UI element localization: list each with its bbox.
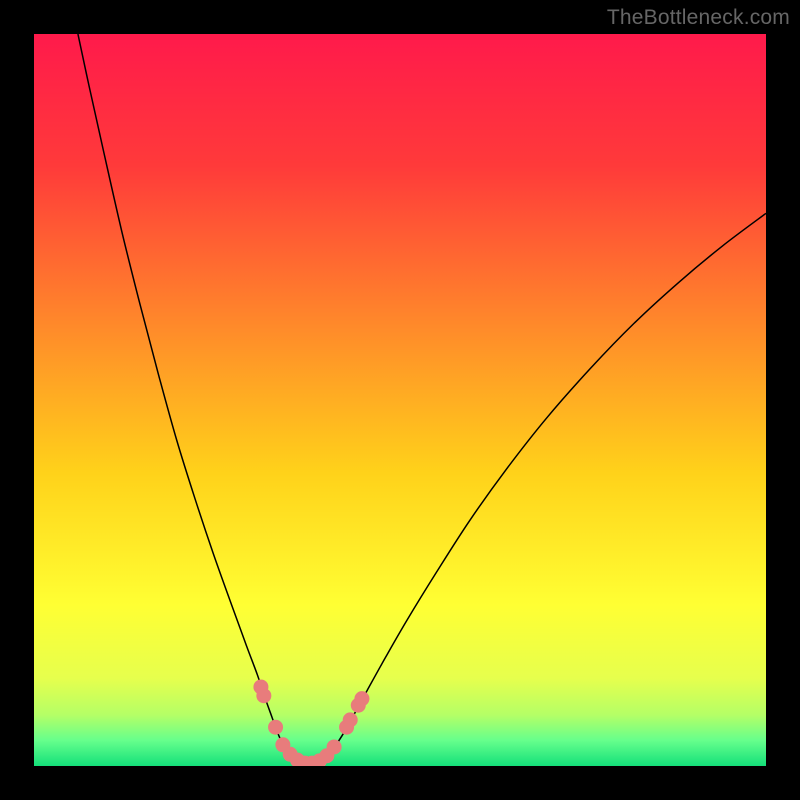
plot-svg [34,34,766,766]
data-marker [256,688,271,703]
watermark-text: TheBottleneck.com [607,6,790,30]
gradient-background [34,34,766,766]
plot-area [34,34,766,766]
chart-frame: TheBottleneck.com [0,0,800,800]
data-marker [354,691,369,706]
data-marker [327,739,342,754]
data-marker [343,712,358,727]
data-marker [268,720,283,735]
